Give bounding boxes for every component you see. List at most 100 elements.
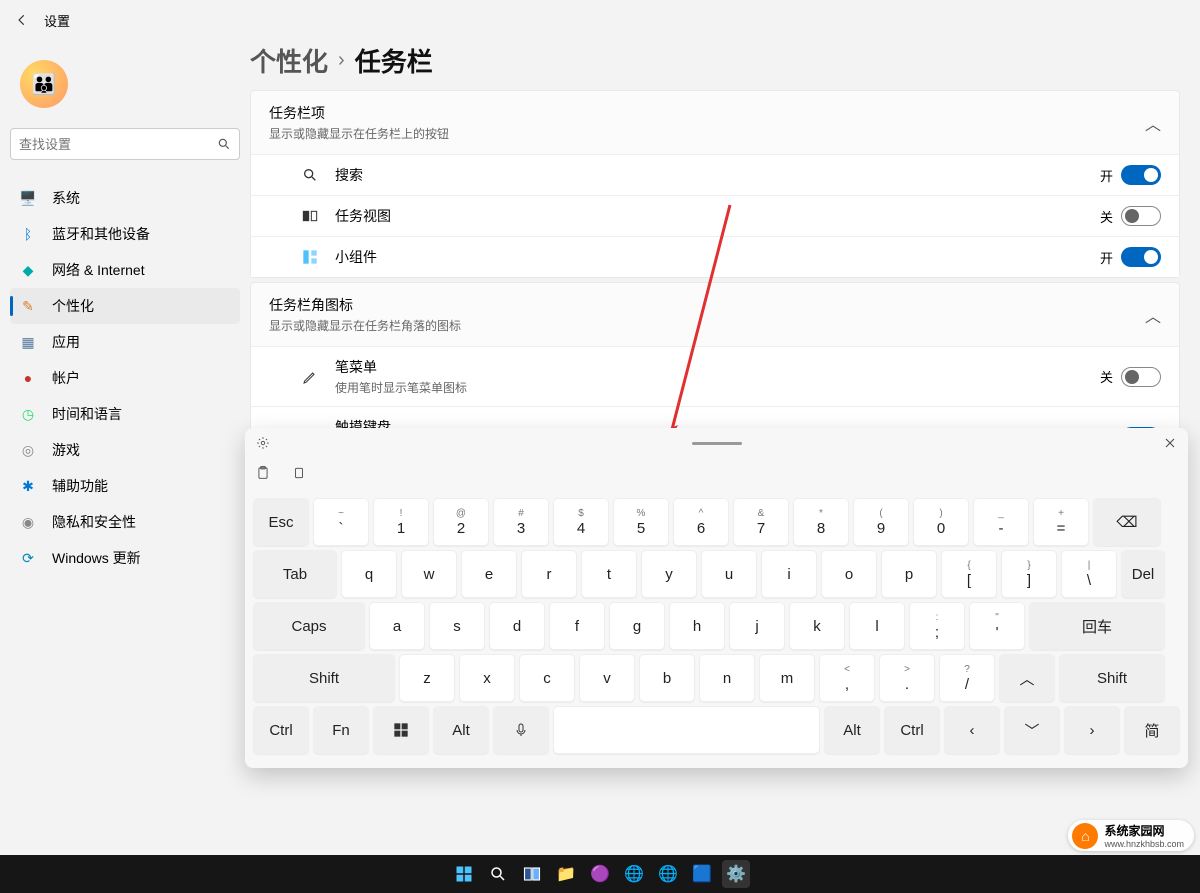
key-f[interactable]: f — [549, 602, 605, 650]
key-shift-left[interactable]: Shift — [253, 654, 395, 702]
key-0[interactable]: )0 — [913, 498, 969, 546]
key-a[interactable]: a — [369, 602, 425, 650]
key--[interactable]: _- — [973, 498, 1029, 546]
key-backspace[interactable]: ⌫ — [1093, 498, 1161, 546]
close-keyboard-icon[interactable] — [1162, 435, 1178, 451]
key-bracket[interactable]: {[ — [941, 550, 997, 598]
search-input[interactable] — [19, 137, 217, 152]
key-punct[interactable]: ?/ — [939, 654, 995, 702]
key-fn[interactable]: Fn — [313, 706, 369, 754]
key-q[interactable]: q — [341, 550, 397, 598]
key-del[interactable]: Del — [1121, 550, 1165, 598]
key-k[interactable]: k — [789, 602, 845, 650]
sidebar-item-9[interactable]: ◉隐私和安全性 — [10, 504, 240, 540]
key-6[interactable]: ^6 — [673, 498, 729, 546]
sidebar-item-10[interactable]: ⟳Windows 更新 — [10, 540, 240, 576]
key-9[interactable]: (9 — [853, 498, 909, 546]
key-5[interactable]: %5 — [613, 498, 669, 546]
key-arrow-up[interactable]: ︿ — [999, 654, 1055, 702]
taskbar-search[interactable] — [484, 860, 512, 888]
key-=[interactable]: += — [1033, 498, 1089, 546]
toggle-switch[interactable] — [1121, 367, 1161, 387]
key-b[interactable]: b — [639, 654, 695, 702]
key-h[interactable]: h — [669, 602, 725, 650]
key-ime[interactable]: 简 — [1124, 706, 1180, 754]
toggle-switch[interactable] — [1121, 247, 1161, 267]
start-button[interactable] — [450, 860, 478, 888]
key-caps[interactable]: Caps — [253, 602, 365, 650]
key-p[interactable]: p — [881, 550, 937, 598]
key-m[interactable]: m — [759, 654, 815, 702]
key-arrow-right[interactable]: › — [1064, 706, 1120, 754]
clipboard-history-icon[interactable] — [255, 465, 271, 481]
key-n[interactable]: n — [699, 654, 755, 702]
key-t[interactable]: t — [581, 550, 637, 598]
sidebar-item-6[interactable]: ◷时间和语言 — [10, 396, 240, 432]
key-arrow-left[interactable]: ‹ — [944, 706, 1000, 754]
key-c[interactable]: c — [519, 654, 575, 702]
key-w[interactable]: w — [401, 550, 457, 598]
key-8[interactable]: *8 — [793, 498, 849, 546]
back-button[interactable] — [10, 8, 34, 32]
sidebar-item-4[interactable]: ▦应用 — [10, 324, 240, 360]
key-d[interactable]: d — [489, 602, 545, 650]
sidebar-item-8[interactable]: ✱辅助功能 — [10, 468, 240, 504]
key-j[interactable]: j — [729, 602, 785, 650]
paste-icon[interactable] — [291, 465, 307, 481]
avatar[interactable]: 👪 — [20, 60, 68, 108]
key-ctrl-left[interactable]: Ctrl — [253, 706, 309, 754]
key-bracket[interactable]: |\ — [1061, 550, 1117, 598]
taskbar-settings[interactable]: ⚙️ — [722, 860, 750, 888]
key-mic[interactable] — [493, 706, 549, 754]
key-g[interactable]: g — [609, 602, 665, 650]
key-v[interactable]: v — [579, 654, 635, 702]
key-o[interactable]: o — [821, 550, 877, 598]
sidebar-item-1[interactable]: ᛒ蓝牙和其他设备 — [10, 216, 240, 252]
key-alt-left[interactable]: Alt — [433, 706, 489, 754]
sidebar-item-7[interactable]: ◎游戏 — [10, 432, 240, 468]
key-1[interactable]: !1 — [373, 498, 429, 546]
key-alt-right[interactable]: Alt — [824, 706, 880, 754]
breadcrumb-parent[interactable]: 个性化 — [250, 42, 328, 79]
key-2[interactable]: @2 — [433, 498, 489, 546]
key-u[interactable]: u — [701, 550, 757, 598]
taskbar-chrome[interactable]: 🌐 — [620, 860, 648, 888]
key-shift-right[interactable]: Shift — [1059, 654, 1165, 702]
sidebar-item-5[interactable]: ●帐户 — [10, 360, 240, 396]
key-i[interactable]: i — [761, 550, 817, 598]
sidebar-item-3[interactable]: ✎个性化 — [10, 288, 240, 324]
key-win[interactable] — [373, 706, 429, 754]
key-punct[interactable]: <, — [819, 654, 875, 702]
taskbar-chrome-2[interactable]: 🌐 — [654, 860, 682, 888]
taskbar-taskview[interactable] — [518, 860, 546, 888]
key-y[interactable]: y — [641, 550, 697, 598]
key-e[interactable]: e — [461, 550, 517, 598]
key-s[interactable]: s — [429, 602, 485, 650]
key-7[interactable]: &7 — [733, 498, 789, 546]
key-punct[interactable]: >. — [879, 654, 935, 702]
keyboard-drag-handle[interactable] — [692, 442, 742, 445]
section-header[interactable]: 任务栏角图标 显示或隐藏显示在任务栏角落的图标 ︿ — [251, 283, 1179, 346]
key-space[interactable] — [553, 706, 820, 754]
taskbar-explorer[interactable]: 📁 — [552, 860, 580, 888]
key-x[interactable]: x — [459, 654, 515, 702]
key-3[interactable]: #3 — [493, 498, 549, 546]
key-punct[interactable]: :; — [909, 602, 965, 650]
taskbar-app-1[interactable]: 🟣 — [586, 860, 614, 888]
key-r[interactable]: r — [521, 550, 577, 598]
key-l[interactable]: l — [849, 602, 905, 650]
toggle-switch[interactable] — [1121, 165, 1161, 185]
key-arrow-down[interactable]: ﹀ — [1004, 706, 1060, 754]
key-esc[interactable]: Esc — [253, 498, 309, 546]
key-enter[interactable]: 回车 — [1029, 602, 1165, 650]
search-box[interactable] — [10, 128, 240, 160]
key-ctrl-right[interactable]: Ctrl — [884, 706, 940, 754]
section-header[interactable]: 任务栏项 显示或隐藏显示在任务栏上的按钮 ︿ — [251, 91, 1179, 154]
key-z[interactable]: z — [399, 654, 455, 702]
key-`[interactable]: ~` — [313, 498, 369, 546]
toggle-switch[interactable] — [1121, 206, 1161, 226]
keyboard-settings-icon[interactable] — [255, 435, 271, 451]
key-punct[interactable]: "' — [969, 602, 1025, 650]
key-bracket[interactable]: }] — [1001, 550, 1057, 598]
sidebar-item-0[interactable]: 🖥️系统 — [10, 180, 240, 216]
